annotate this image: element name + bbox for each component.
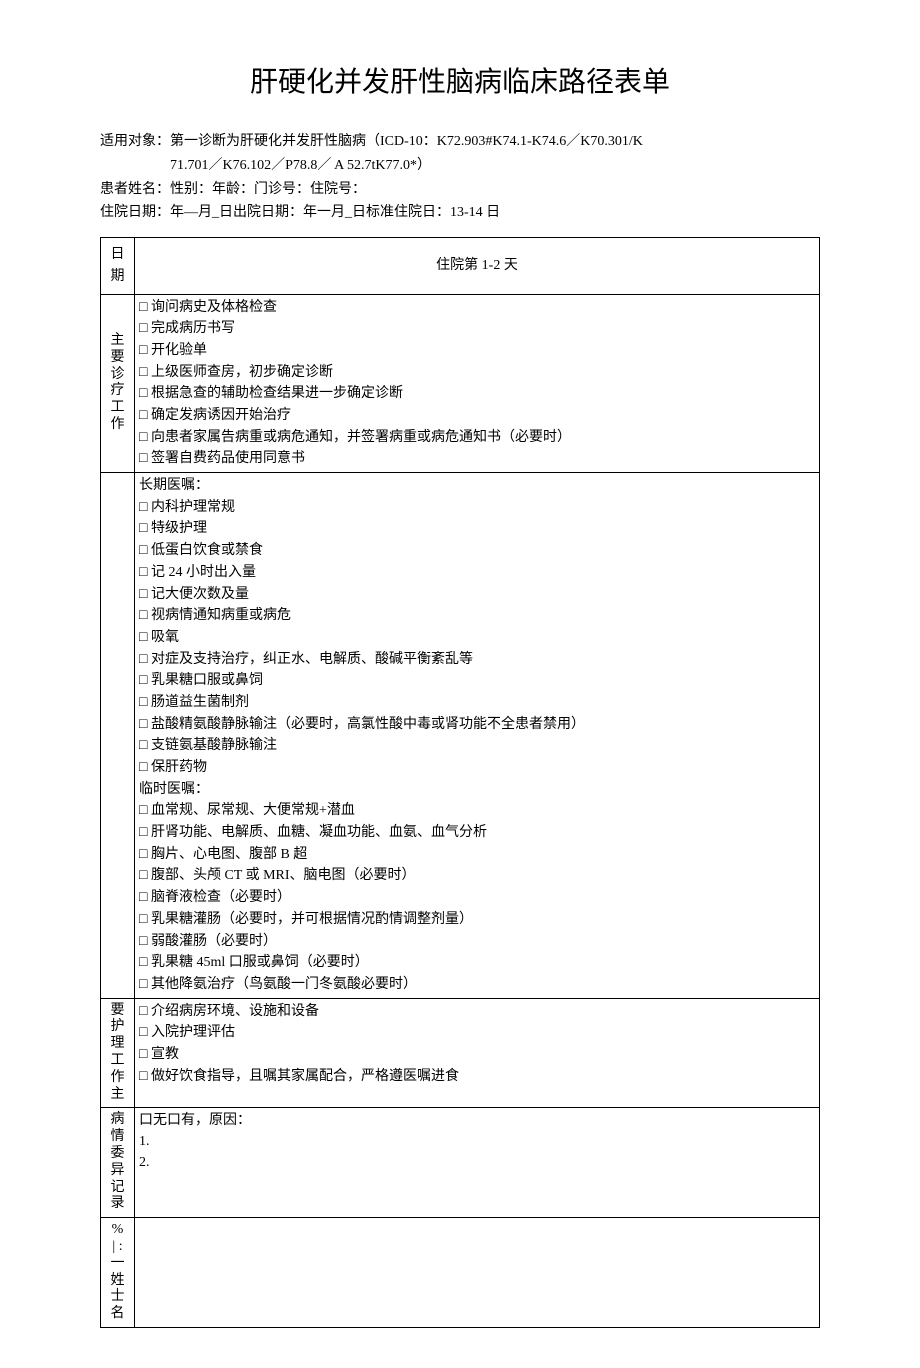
- checkbox-item: 血常规、尿常规、大便常规+潜血: [139, 800, 815, 822]
- checkbox-item: 根据急查的辅助检查结果进一步确定诊断: [139, 383, 815, 405]
- checkbox-item: 视病情通知病重或病危: [139, 605, 815, 627]
- checkbox-item: 记大便次数及量: [139, 584, 815, 606]
- checkbox-item: 低蛋白饮食或禁食: [139, 540, 815, 562]
- checkbox-item: 乳果糖口服或鼻饲: [139, 670, 815, 692]
- row-variance: 病情委异记录 口无口有，原因： 1. 2.: [101, 1108, 820, 1218]
- checkbox-item: 吸氧: [139, 627, 815, 649]
- checkbox-item: 脑脊液检查（必要时）: [139, 887, 815, 909]
- checkbox-item: 记 24 小时出入量: [139, 562, 815, 584]
- patient-line: 患者姓名：性别：年龄：门诊号：住院号：: [100, 178, 820, 202]
- checkbox-item: 特级护理: [139, 518, 815, 540]
- checkbox-item: 保肝药物: [139, 757, 815, 779]
- admission-line: 住院日期：年—月_日出院日期：年一月_日标准住院日：13-14 日: [100, 201, 820, 225]
- checkbox-item: 介绍病房环境、设施和设备: [139, 1001, 815, 1023]
- cell-orders: 长期医嘱： 内科护理常规特级护理低蛋白饮食或禁食记 24 小时出入量记大便次数及…: [135, 473, 820, 999]
- checkbox-item: 弱酸灌肠（必要时）: [139, 931, 815, 953]
- col-day12: 住院第 1-2 天: [135, 238, 820, 294]
- applies-line-1: 适用对象：第一诊断为肝硬化并发肝性脑病（ICD-10：K72.903#K74.1…: [100, 130, 820, 154]
- checkbox-item: 询问病史及体格检查: [139, 297, 815, 319]
- checkbox-item: 向患者家属告病重或病危通知，并签署病重或病危通知书（必要时）: [139, 427, 815, 449]
- variance-line-1: 口无口有，原因：: [139, 1110, 815, 1131]
- col-date: 日期: [101, 238, 135, 294]
- label-main-work: 主要诊疗工作: [101, 294, 135, 473]
- checkbox-item: 其他降氨治疗（鸟氨酸一门冬氨酸必要时）: [139, 974, 815, 996]
- variance-line-3: 2.: [139, 1152, 815, 1173]
- header-row: 日期 住院第 1-2 天: [101, 238, 820, 294]
- page-title: 肝硬化并发肝性脑病临床路径表单: [100, 60, 820, 100]
- meta-block: 适用对象：第一诊断为肝硬化并发肝性脑病（ICD-10：K72.903#K74.1…: [100, 130, 820, 225]
- checkbox-item: 确定发病诱因开始治疗: [139, 405, 815, 427]
- label-orders: [101, 473, 135, 999]
- checkbox-item: 乳果糖灌肠（必要时，并可根据情况酌情调整剂量）: [139, 909, 815, 931]
- checkbox-item: 肝肾功能、电解质、血糖、凝血功能、血氨、血气分析: [139, 822, 815, 844]
- applies-label: 适用对象：: [100, 134, 170, 149]
- checkbox-item: 完成病历书写: [139, 318, 815, 340]
- checkbox-item: 入院护理评估: [139, 1022, 815, 1044]
- checkbox-item: 盐酸精氨酸静脉输注（必要时，高氯性酸中毒或肾功能不全患者禁用）: [139, 714, 815, 736]
- long-orders-header: 长期医嘱：: [139, 475, 815, 497]
- temp-orders-header: 临时医嘱：: [139, 779, 815, 801]
- label-variance: 病情委异记录: [101, 1108, 135, 1218]
- checkbox-item: 腹部、头颅 CT 或 MRI、脑电图（必要时）: [139, 865, 815, 887]
- cell-nurse-signature: [135, 1218, 820, 1328]
- checkbox-item: 宣教: [139, 1044, 815, 1066]
- row-nursing: 要护理工作主 介绍病房环境、设施和设备入院护理评估宣教做好饮食指导，且嘱其家属配…: [101, 998, 820, 1108]
- checkbox-item: 乳果糖 45ml 口服或鼻饲（必要时）: [139, 952, 815, 974]
- cell-variance: 口无口有，原因： 1. 2.: [135, 1108, 820, 1218]
- clinical-pathway-table: 日期 住院第 1-2 天 主要诊疗工作 询问病史及体格检查完成病历书写开化验单上…: [100, 237, 820, 1328]
- cell-main-work: 询问病史及体格检查完成病历书写开化验单上级医师查房，初步确定诊断根据急查的辅助检…: [135, 294, 820, 473]
- checkbox-item: 做好饮食指导，且嘱其家属配合，严格遵医嘱进食: [139, 1066, 815, 1088]
- applies-text-1: 第一诊断为肝硬化并发肝性脑病（ICD-10：K72.903#K74.1-K74.…: [170, 134, 643, 149]
- row-main-work: 主要诊疗工作 询问病史及体格检查完成病历书写开化验单上级医师查房，初步确定诊断根…: [101, 294, 820, 473]
- checkbox-item: 肠道益生菌制剂: [139, 692, 815, 714]
- label-nursing: 要护理工作主: [101, 998, 135, 1108]
- variance-line-2: 1.: [139, 1131, 815, 1152]
- row-nurse-signature: % | : 一姓士名: [101, 1218, 820, 1328]
- checkbox-item: 开化验单: [139, 340, 815, 362]
- checkbox-item: 签署自费药品使用同意书: [139, 448, 815, 470]
- label-nurse-signature: % | : 一姓士名: [101, 1218, 135, 1328]
- checkbox-item: 对症及支持治疗，纠正水、电解质、酸碱平衡紊乱等: [139, 649, 815, 671]
- cell-nursing: 介绍病房环境、设施和设备入院护理评估宣教做好饮食指导，且嘱其家属配合，严格遵医嘱…: [135, 998, 820, 1108]
- applies-line-2: 71.701／K76.102／P78.8／ A 52.7tK77.0*）: [170, 154, 820, 178]
- row-orders: 长期医嘱： 内科护理常规特级护理低蛋白饮食或禁食记 24 小时出入量记大便次数及…: [101, 473, 820, 999]
- checkbox-item: 上级医师查房，初步确定诊断: [139, 362, 815, 384]
- checkbox-item: 内科护理常规: [139, 497, 815, 519]
- checkbox-item: 胸片、心电图、腹部 B 超: [139, 844, 815, 866]
- checkbox-item: 支链氨基酸静脉输注: [139, 735, 815, 757]
